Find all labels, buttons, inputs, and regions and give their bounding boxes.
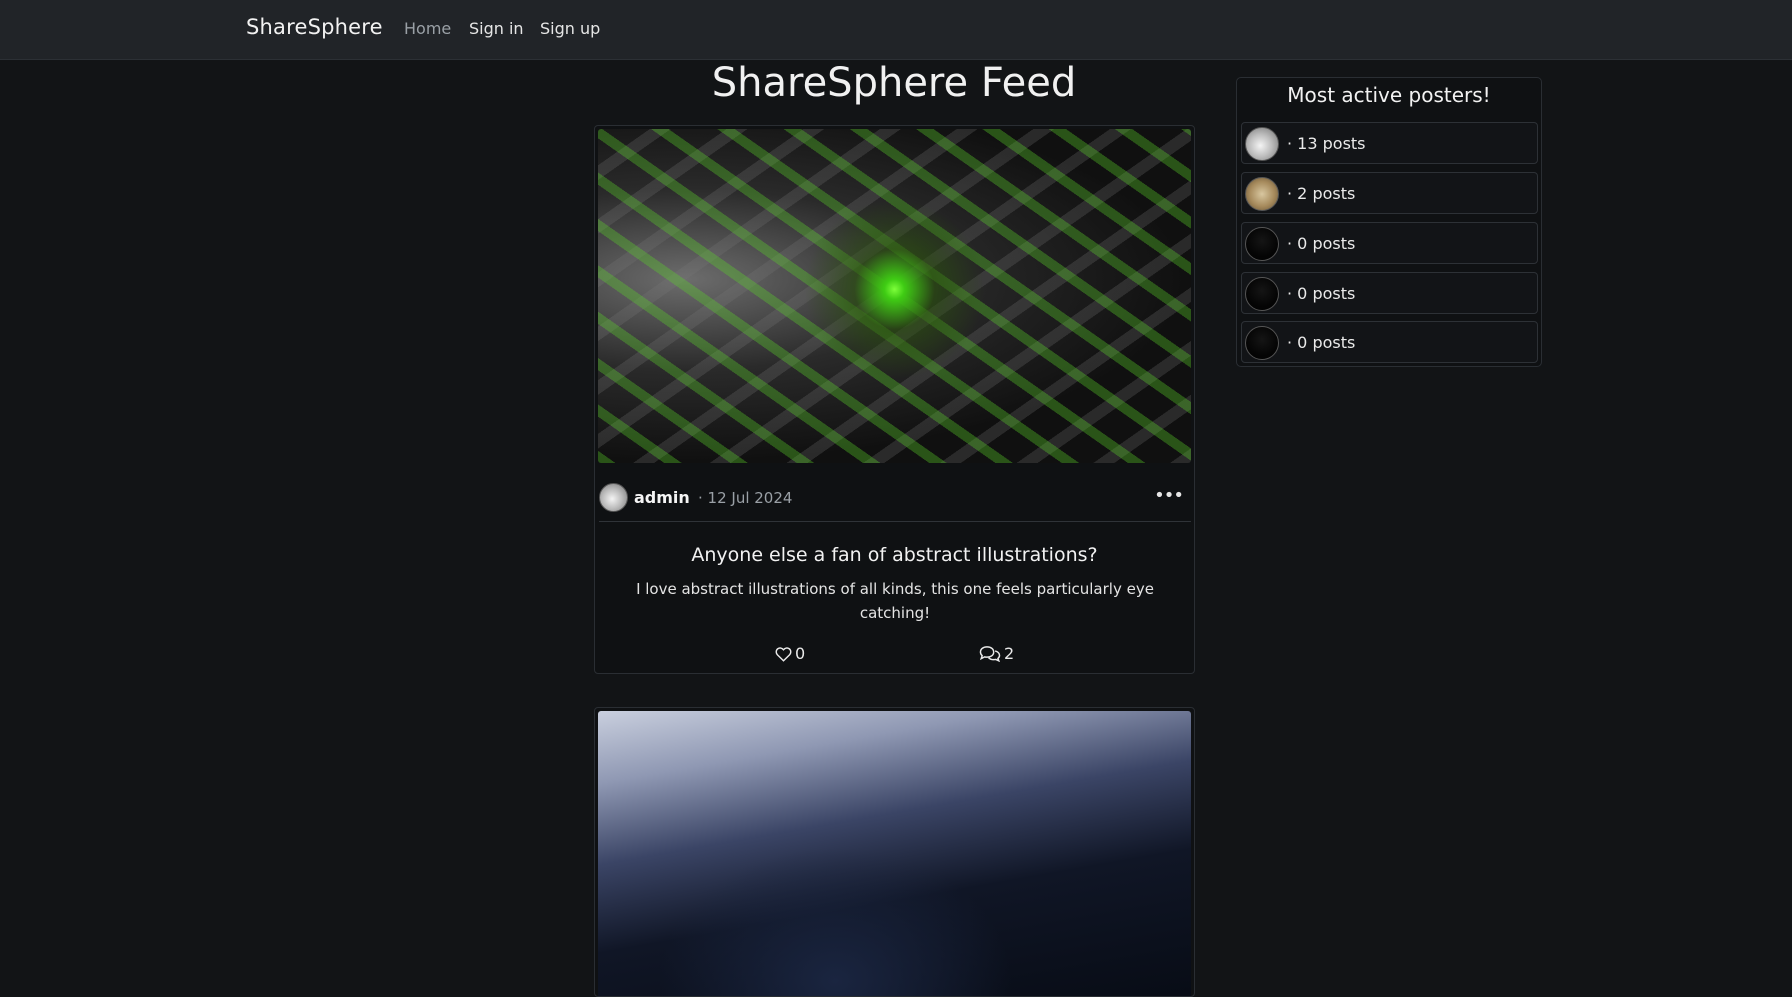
poster-item[interactable]: · 0 posts: [1241, 321, 1538, 363]
poster-item[interactable]: · 13 posts: [1241, 122, 1538, 164]
poster-post-count: · 0 posts: [1287, 234, 1356, 253]
author-avatar[interactable]: [599, 483, 628, 512]
most-active-posters-panel: Most active posters! · 13 posts · 2 post…: [1236, 77, 1542, 367]
post-title: Anyone else a fan of abstract illustrati…: [691, 544, 1098, 566]
poster-item[interactable]: · 0 posts: [1241, 222, 1538, 264]
poster-post-count: · 0 posts: [1287, 333, 1356, 352]
poster-avatar: [1245, 177, 1279, 211]
sidebar-title: Most active posters!: [1287, 83, 1491, 107]
post-author[interactable]: admin: [634, 488, 690, 507]
post-card: admin · 12 Jul 2024 ••• Anyone else a fa…: [594, 125, 1195, 674]
comment-bubbles-icon: [979, 646, 1001, 662]
poster-avatar: [1245, 326, 1279, 360]
poster-post-count: · 0 posts: [1287, 284, 1356, 303]
poster-post-count: · 13 posts: [1287, 134, 1366, 153]
brand-logo[interactable]: ShareSphere: [246, 15, 383, 39]
post-divider: [599, 521, 1191, 522]
post-date: · 12 Jul 2024: [698, 489, 793, 507]
ellipsis-icon[interactable]: •••: [1154, 485, 1184, 506]
post-image[interactable]: [598, 129, 1191, 463]
poster-post-count: · 2 posts: [1287, 184, 1356, 203]
like-button[interactable]: 0: [775, 644, 805, 663]
comment-button[interactable]: 2: [979, 644, 1014, 663]
post-meta: admin · 12 Jul 2024 •••: [599, 482, 1189, 512]
nav-link-sign-up[interactable]: Sign up: [540, 19, 600, 38]
post-body: I love abstract illustrations of all kin…: [636, 580, 1154, 622]
comment-count: 2: [1004, 644, 1015, 663]
heart-outline-icon: [775, 646, 792, 662]
top-navbar: ShareSphere Home Sign in Sign up: [0, 0, 1792, 60]
poster-avatar: [1245, 127, 1279, 161]
nav-link-sign-in[interactable]: Sign in: [469, 19, 524, 38]
poster-item[interactable]: · 0 posts: [1241, 272, 1538, 314]
like-count: 0: [795, 644, 806, 663]
post-image[interactable]: [598, 711, 1191, 996]
feed-title: ShareSphere Feed: [711, 60, 1077, 106]
nav-link-home[interactable]: Home: [404, 19, 451, 38]
poster-avatar: [1245, 227, 1279, 261]
poster-item[interactable]: · 2 posts: [1241, 172, 1538, 214]
poster-avatar: [1245, 277, 1279, 311]
post-card: [594, 707, 1195, 997]
